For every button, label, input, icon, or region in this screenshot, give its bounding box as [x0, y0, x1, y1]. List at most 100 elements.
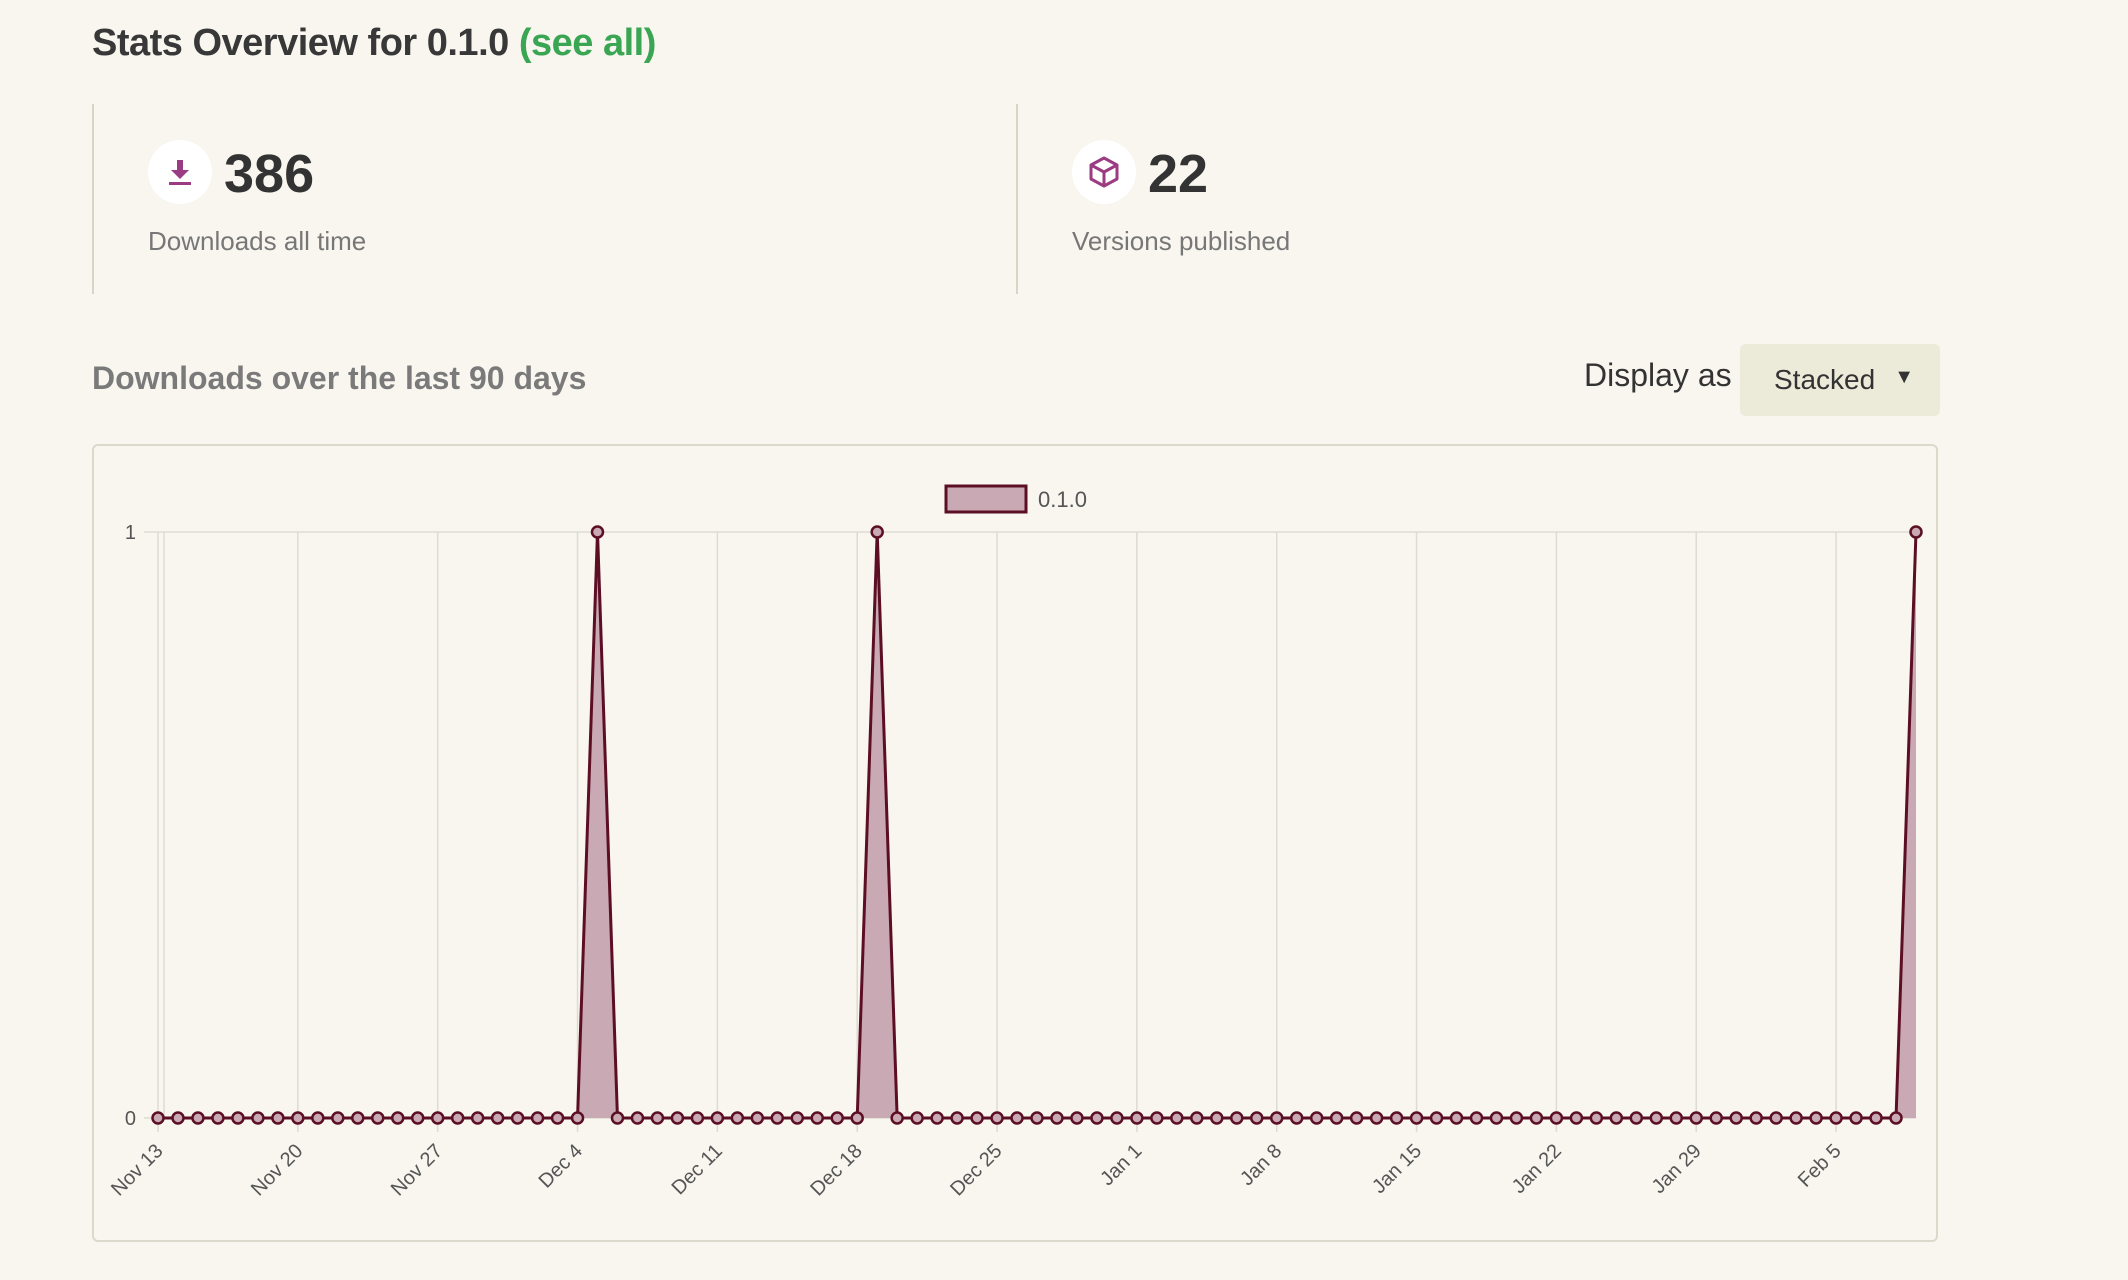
- data-point: [1589, 1111, 1604, 1125]
- x-tick-label: Dec 18: [806, 1140, 866, 1200]
- data-point: [1889, 1111, 1903, 1125]
- data-point: [870, 525, 884, 539]
- data-point: [1289, 1111, 1304, 1125]
- data-point: [271, 1111, 285, 1125]
- data-point: [570, 1111, 585, 1125]
- stats-overview: 386 Downloads all time 22 Versions publi…: [92, 104, 1940, 294]
- x-tick-label: Jan 15: [1368, 1140, 1426, 1198]
- display-as-label: Display as: [1584, 357, 1732, 393]
- data-point: [970, 1111, 984, 1125]
- data-point: [690, 1111, 705, 1125]
- display-mode-select[interactable]: Stacked ▼: [1740, 344, 1940, 416]
- data-point: [530, 1111, 545, 1125]
- data-point: [191, 1111, 205, 1125]
- data-point: [1509, 1111, 1524, 1125]
- data-point: [790, 1111, 805, 1125]
- series-area-0-1-0: [158, 532, 1916, 1118]
- data-point: [231, 1111, 245, 1125]
- x-tick-label: Jan 29: [1648, 1140, 1706, 1198]
- data-point: [1389, 1111, 1404, 1125]
- data-point: [950, 1111, 964, 1125]
- x-tick-label: Feb 5: [1794, 1140, 1846, 1192]
- data-point: [510, 1111, 525, 1125]
- stat-versions-label: Versions published: [1072, 226, 1291, 256]
- data-point: [1070, 1111, 1084, 1125]
- data-point: [710, 1111, 725, 1125]
- see-all-link[interactable]: (see all): [519, 22, 657, 64]
- data-point: [1569, 1111, 1584, 1125]
- downloads-chart-svg: 0 1 Nov 13 Nov 20 Nov 27 Dec 4 Dec 11 Dec 18 Dec…: [107, 484, 1923, 1200]
- data-point: [1150, 1111, 1164, 1125]
- data-point: [1030, 1111, 1044, 1125]
- page-title: Stats Overview for 0.1.0 (see all): [92, 22, 656, 65]
- data-point: [1210, 1111, 1224, 1125]
- data-point: [1909, 525, 1923, 539]
- page-title-text: Stats Overview for 0.1.0: [92, 22, 509, 64]
- data-point: [670, 1111, 685, 1125]
- data-point: [930, 1111, 944, 1125]
- data-point: [1809, 1111, 1823, 1125]
- legend-label: 0.1.0: [1038, 487, 1087, 512]
- data-point: [1090, 1111, 1104, 1125]
- data-point: [1329, 1111, 1344, 1125]
- data-point: [1110, 1111, 1124, 1125]
- data-point: [151, 1111, 165, 1125]
- data-point: [1849, 1111, 1863, 1125]
- data-point: [1429, 1111, 1444, 1125]
- stat-downloads: 386 Downloads all time: [92, 104, 1018, 294]
- x-tick-label: Jan 1: [1096, 1140, 1146, 1190]
- data-point: [750, 1111, 765, 1125]
- data-point: [211, 1111, 225, 1125]
- data-point: [331, 1111, 345, 1125]
- data-point: [410, 1111, 425, 1125]
- data-point: [1230, 1111, 1244, 1125]
- stat-versions-value: 22: [1148, 144, 1209, 204]
- data-point: [1170, 1111, 1184, 1125]
- data-point: [830, 1111, 844, 1125]
- stat-downloads-label: Downloads all time: [148, 226, 367, 256]
- x-tick-label: Nov 13: [107, 1140, 167, 1200]
- data-point: [1050, 1111, 1064, 1125]
- x-tick-label: Nov 27: [387, 1140, 447, 1200]
- data-point: [1309, 1111, 1324, 1125]
- legend-swatch: [944, 484, 1028, 514]
- x-tick-label: Jan 22: [1508, 1140, 1566, 1198]
- data-point: [1190, 1111, 1204, 1125]
- data-point: [1729, 1111, 1743, 1125]
- data-point: [1689, 1111, 1703, 1125]
- data-point: [1269, 1111, 1284, 1125]
- data-point: [1489, 1111, 1504, 1125]
- x-tick-label: Nov 20: [247, 1140, 307, 1200]
- data-point: [990, 1111, 1004, 1125]
- data-point: [251, 1111, 265, 1125]
- stat-downloads-value: 386: [224, 144, 315, 204]
- data-point: [590, 525, 605, 539]
- data-point: [371, 1111, 385, 1125]
- data-point: [470, 1111, 485, 1125]
- data-point: [730, 1111, 745, 1125]
- data-point: [490, 1111, 505, 1125]
- data-point: [1529, 1111, 1544, 1125]
- data-point: [390, 1111, 405, 1125]
- data-point: [650, 1111, 665, 1125]
- data-point: [1709, 1111, 1723, 1125]
- series-line-0-1-0: [158, 530, 1918, 1120]
- display-mode-value: Stacked: [1774, 364, 1876, 395]
- data-point: [450, 1111, 465, 1125]
- x-tick-label: Dec 4: [535, 1140, 588, 1193]
- data-point: [1449, 1111, 1464, 1125]
- data-point: [291, 1111, 305, 1125]
- data-point: [1609, 1111, 1624, 1125]
- x-tick-label: Dec 25: [946, 1140, 1006, 1200]
- downloads-chart: 0 1 Nov 13 Nov 20 Nov 27 Dec 4 Dec 11 Dec 18 Dec…: [92, 444, 1938, 1242]
- data-point: [311, 1111, 325, 1125]
- data-point: [550, 1111, 565, 1125]
- data-point: [1629, 1111, 1644, 1125]
- data-point: [1869, 1111, 1883, 1125]
- data-point: [850, 1111, 864, 1125]
- data-point: [1369, 1111, 1384, 1125]
- data-point: [1409, 1111, 1424, 1125]
- data-point: [1789, 1111, 1803, 1125]
- download-icon: [148, 140, 212, 204]
- data-point: [1250, 1111, 1264, 1125]
